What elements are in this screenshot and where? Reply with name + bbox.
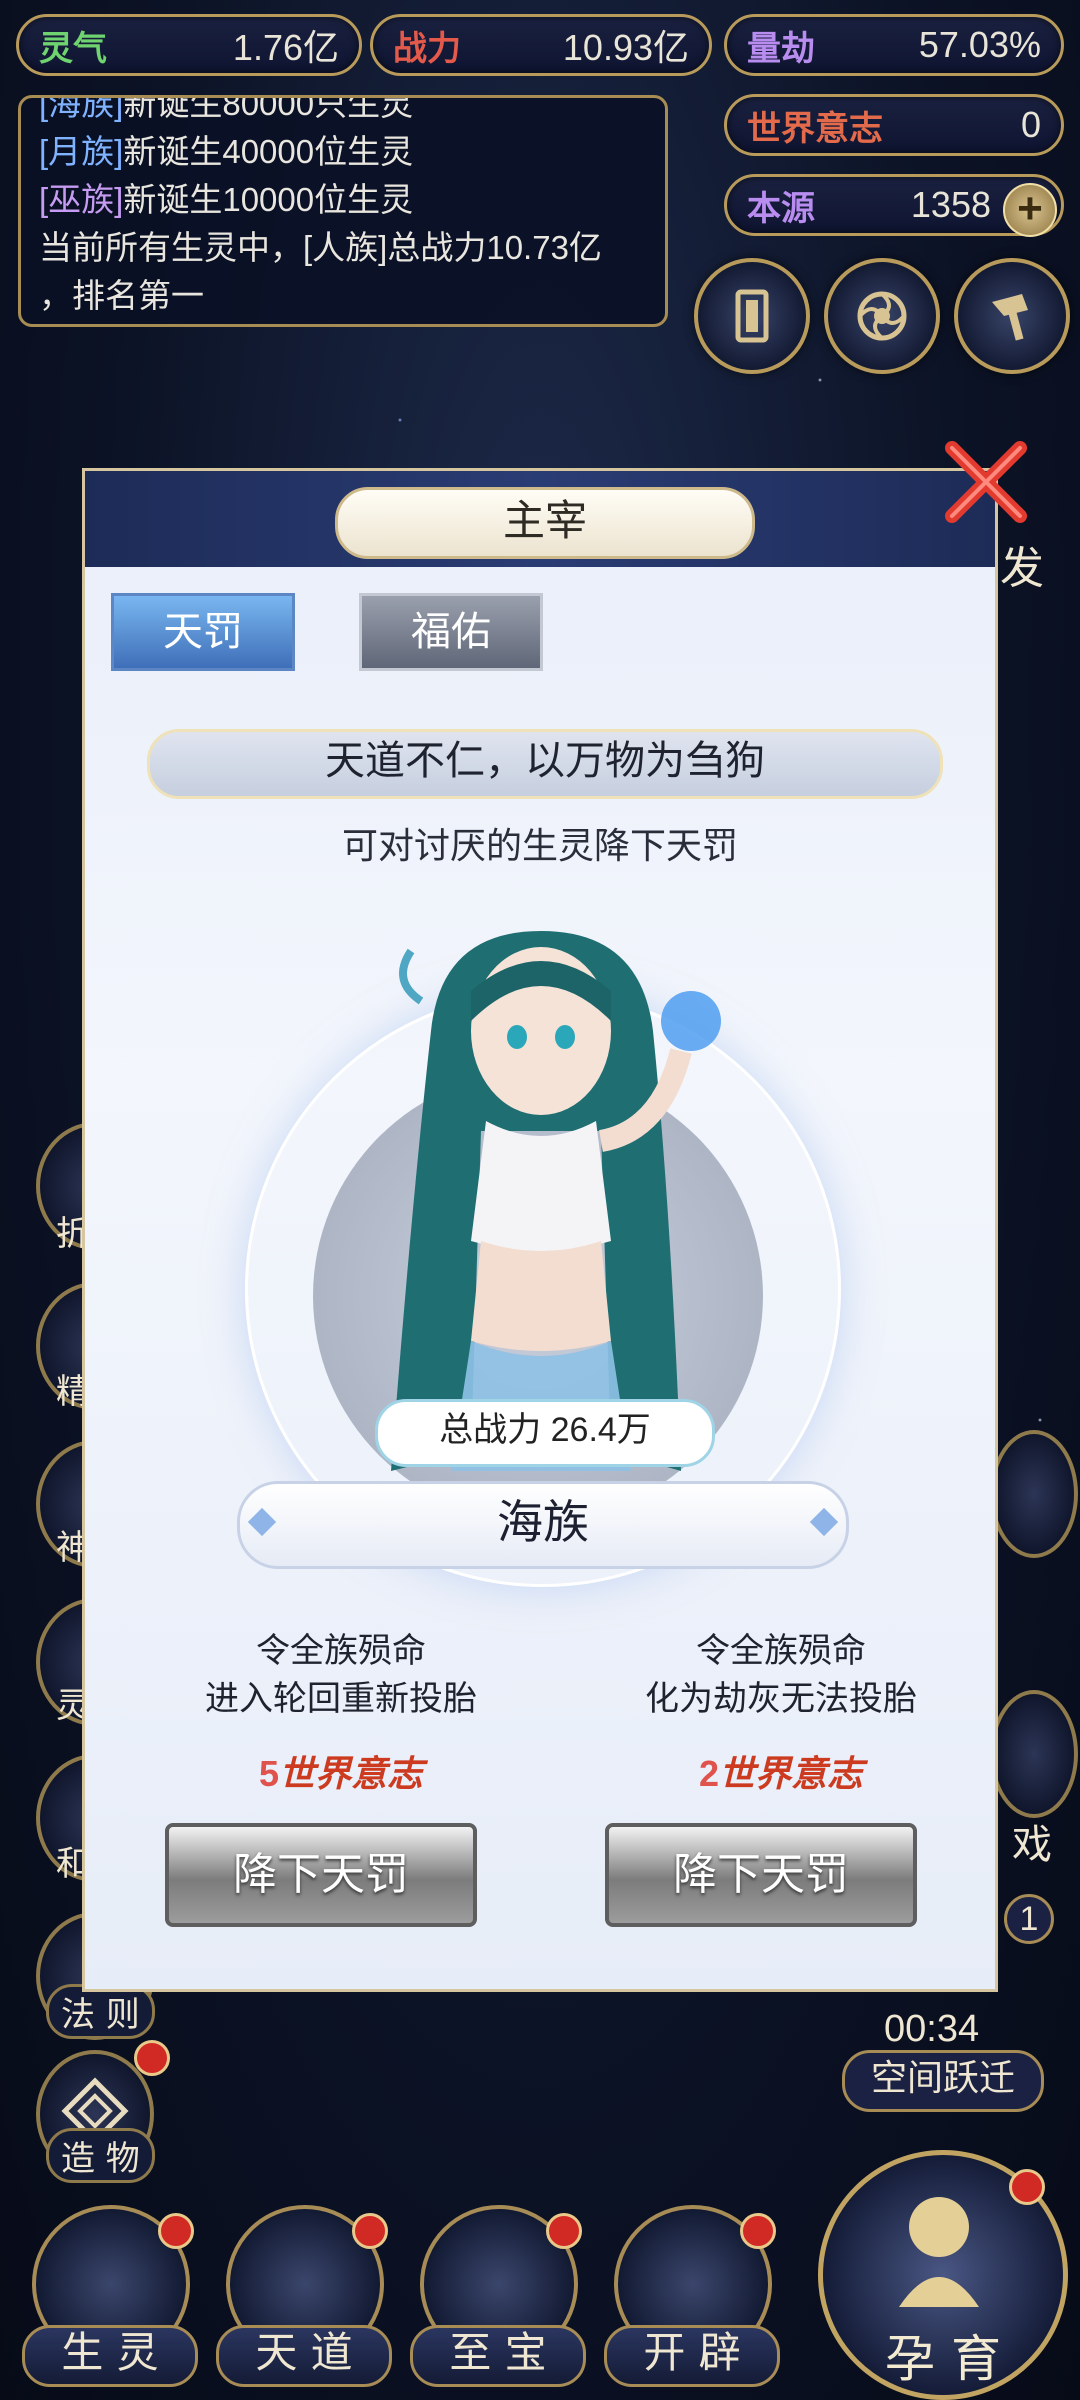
log-line: 当前所有生灵中，[人族]总战力10.73亿 [39,229,602,266]
nav-tiandao[interactable]: 天 道 [216,2205,392,2387]
liangjie-value: 57.03% [918,24,1041,65]
space-jump-button[interactable]: 空间跃迁 [842,2050,1044,2112]
nav-yunyu[interactable]: 孕 育 [818,2150,1068,2400]
hammer-icon [992,294,1028,341]
right-side-button-2[interactable] [990,1690,1078,1818]
notification-dot [546,2213,582,2249]
resource-world-will[interactable]: 世界意志 0 [724,94,1064,156]
log-line: [巫族]新诞生10000位生灵 [39,181,414,218]
nav-zhibao-label: 至 宝 [410,2325,586,2387]
lingqi-label: 灵气 [39,28,107,69]
motto-banner: 天道不仁，以万物为刍狗 [147,729,943,799]
nav-yunyu-label: 孕 育 [885,2330,1001,2388]
option-left-cost: 5世界意志 [258,1753,424,1795]
notification-dot [740,2213,776,2249]
nav-zhibao[interactable]: 至 宝 [410,2205,586,2387]
resource-lingqi[interactable]: 灵气 1.76亿 [16,14,362,76]
hammer-button[interactable] [954,258,1070,374]
right-side-button-1[interactable] [990,1430,1078,1558]
creation-label: 造 物 [46,2128,155,2183]
tab-punish[interactable]: 天罚 [111,593,295,671]
right-badge: 1 [1004,1894,1054,1944]
right-partial-label-2: 戏 [1012,1822,1052,1868]
close-icon[interactable] [938,434,1034,530]
resource-liangjie[interactable]: 量劫 57.03% [724,14,1064,76]
tab-bless[interactable]: 福佑 [359,593,543,671]
liangjie-label: 量劫 [747,28,815,69]
race-selector[interactable]: 海族 [237,1481,849,1569]
nav-tiandao-label: 天 道 [216,2325,392,2387]
nav-kaipi[interactable]: 开 辟 [604,2205,780,2387]
punish-annihilate-button[interactable]: 降下天罚 [605,1823,917,1927]
total-power-badge: 总战力 26.4万 [375,1399,715,1467]
benyuan-label: 本源 [747,188,815,229]
resource-zhanli[interactable]: 战力 10.93亿 [370,14,712,76]
law-label: 法 则 [46,1984,155,2039]
lingqi-value: 1.76亿 [232,27,339,68]
race-name: 海族 [497,1496,589,1548]
punish-reincarnate-button[interactable]: 降下天罚 [165,1823,477,1927]
nav-shengling-label: 生 灵 [22,2325,198,2387]
timer-text: 00:34 [884,2008,980,2050]
event-log: [海族]新诞生80000只生灵 [月族]新诞生40000位生灵 [巫族]新诞生1… [18,95,668,327]
card-icon [735,289,769,343]
yunyu-icon [899,2197,979,2307]
log-line: [海族]新诞生80000只生灵 [39,95,414,122]
world-will-label: 世界意志 [747,108,883,149]
right-partial-label-1: 发 [1000,543,1044,594]
card-button[interactable] [694,258,810,374]
vortex-button[interactable] [824,258,940,374]
benyuan-value: 1358 [910,184,991,225]
notification-dot [352,2213,388,2249]
right-gem-icon [809,1507,839,1537]
zhanli-label: 战力 [393,28,461,69]
add-benyuan-button[interactable]: + [1003,183,1057,237]
option-right-description: 令全族殒命 化为劫灰无法投胎 [645,1632,917,1718]
notification-dot [1009,2169,1045,2205]
vortex-icon [857,291,907,341]
resource-benyuan[interactable]: 本源 1358 + [724,174,1064,237]
log-line: ，排名第一 [39,277,204,314]
notification-dot [134,2040,170,2076]
zhanli-value: 10.93亿 [562,27,689,68]
world-will-value: 0 [1020,104,1041,145]
nav-kaipi-label: 开 辟 [604,2325,780,2387]
notification-dot [158,2213,194,2249]
dialog-title: 主宰 [335,487,755,559]
option-right-cost: 2世界意志 [698,1753,864,1795]
option-left-description: 令全族殒命 进入轮回重新投胎 [205,1632,477,1718]
dialog-description: 可对讨厌的生灵降下天罚 [341,825,738,866]
dominate-dialog: 主宰 天罚 福佑 天道不仁，以万物为刍狗 可对讨厌的生灵降下天罚 总战力 26.… [82,468,998,1992]
log-line: [月族]新诞生40000位生灵 [39,133,414,170]
nav-shengling[interactable]: 生 灵 [22,2205,198,2387]
left-gem-icon [247,1507,277,1537]
